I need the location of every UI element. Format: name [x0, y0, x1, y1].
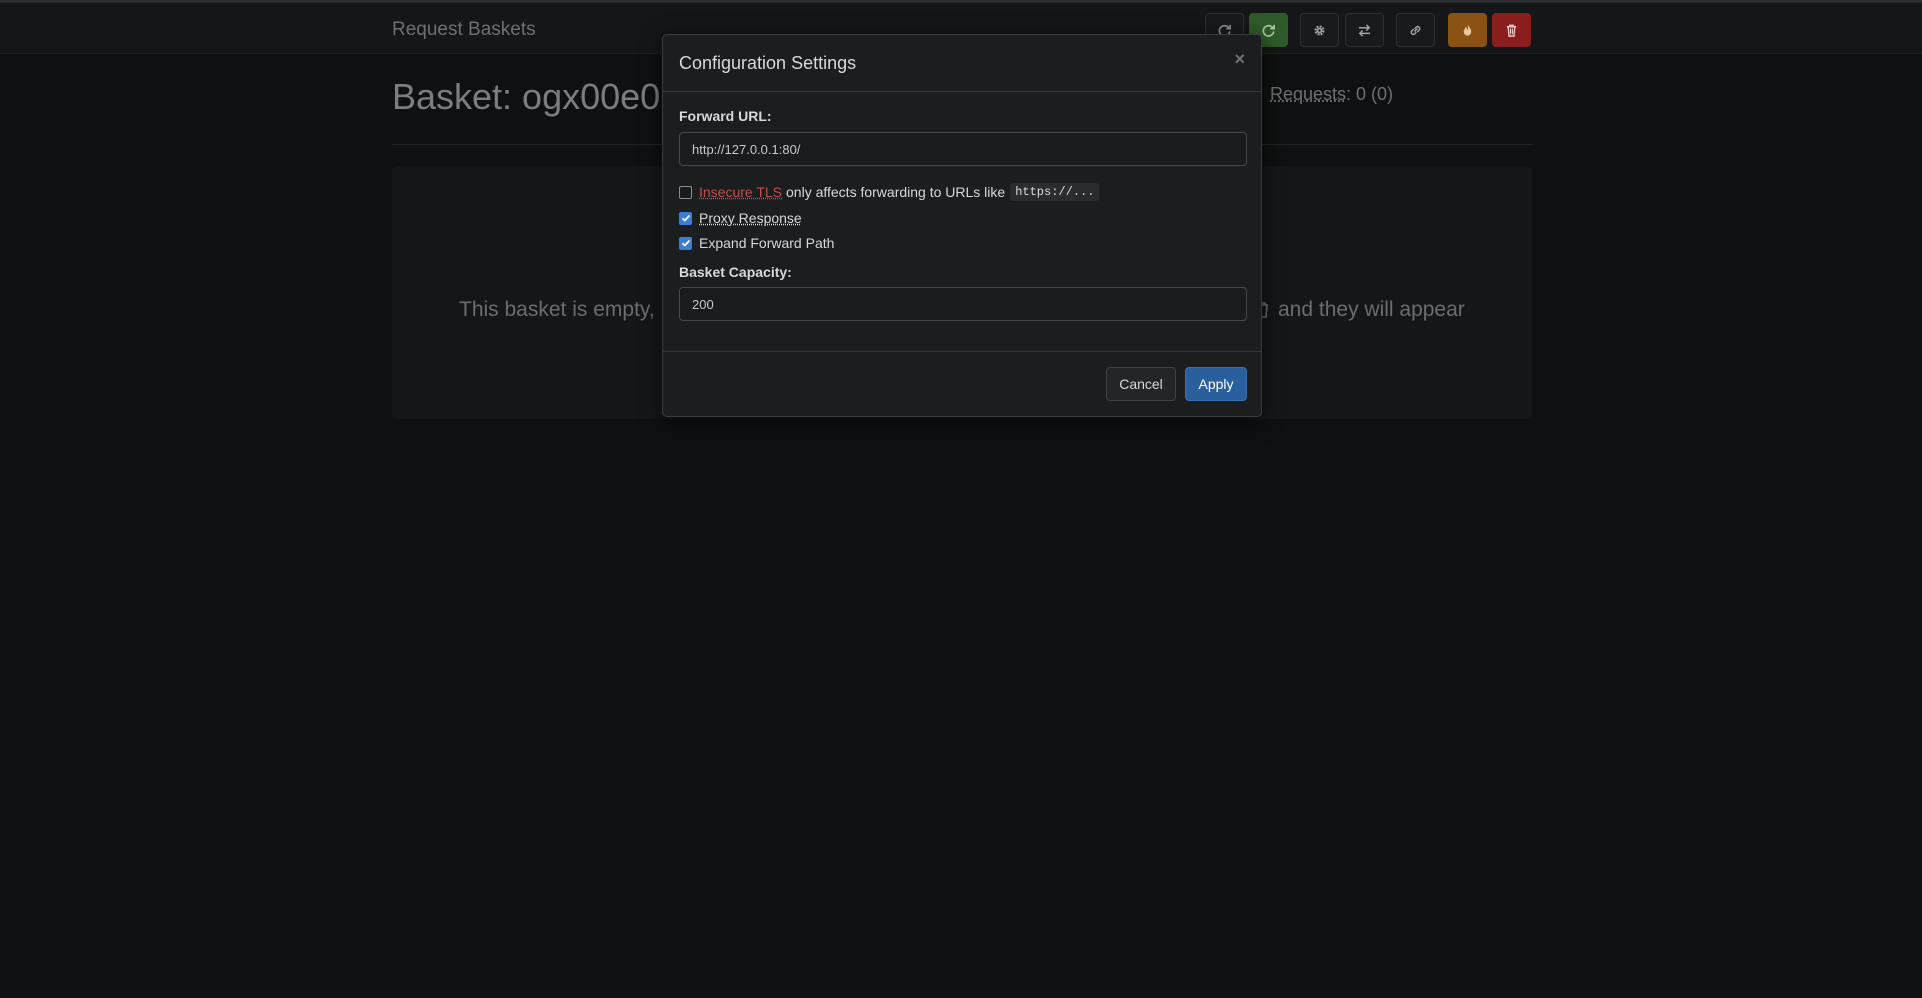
checkmark-icon: [681, 239, 690, 247]
refresh-icon: [1262, 24, 1275, 37]
forward-url-label: Forward URL:: [679, 108, 772, 124]
expand-forward-path-label[interactable]: Expand Forward Path: [699, 235, 834, 251]
link-icon: [1410, 25, 1421, 35]
expand-forward-path-option[interactable]: Expand Forward Path: [679, 234, 834, 252]
page: Request Baskets Basket: ogx00e0 Requests…: [0, 0, 1922, 998]
close-icon[interactable]: ×: [1234, 50, 1245, 68]
basket-title: Basket: ogx00e0: [392, 76, 661, 117]
gear-icon: [1314, 24, 1325, 36]
share-link-button[interactable]: [1396, 13, 1435, 47]
https-code-sample: https://...: [1010, 183, 1100, 201]
dialog-title: Configuration Settings: [679, 53, 857, 73]
settings-button[interactable]: [1300, 13, 1339, 47]
forward-url-input[interactable]: [679, 132, 1247, 166]
insecure-tls-checkbox[interactable]: [679, 185, 692, 199]
cancel-button[interactable]: Cancel: [1106, 367, 1176, 401]
insecure-tls-label[interactable]: Insecure TLS: [699, 184, 782, 200]
insecure-tls-option[interactable]: Insecure TLS only affects forwarding to …: [679, 183, 1100, 201]
requests-value: : 0 (0): [1346, 84, 1394, 104]
responses-button[interactable]: [1345, 13, 1384, 47]
configuration-settings-dialog: Configuration Settings × Forward URL: In…: [662, 34, 1262, 417]
proxy-response-option[interactable]: Proxy Response: [679, 209, 802, 227]
apply-button[interactable]: Apply: [1185, 367, 1247, 401]
expand-forward-path-checkbox[interactable]: [679, 236, 692, 250]
clear-button[interactable]: [1448, 13, 1487, 47]
insecure-tls-hint: only affects forwarding to URLs like: [786, 184, 1006, 200]
requests-label: Requests: [1270, 84, 1347, 104]
dialog-footer-divider: [663, 351, 1261, 352]
empty-message-end: and they will appear: [1278, 298, 1465, 321]
delete-button[interactable]: [1492, 13, 1531, 47]
empty-message-start: This basket is empty,: [459, 298, 655, 321]
checkmark-icon: [681, 214, 690, 222]
basket-capacity-input[interactable]: [679, 287, 1247, 321]
trash-icon: [1506, 24, 1517, 37]
fire-icon: [1463, 23, 1472, 36]
proxy-response-checkbox[interactable]: [679, 211, 692, 225]
basket-capacity-label: Basket Capacity:: [679, 264, 792, 280]
dialog-header: Configuration Settings ×: [663, 35, 1261, 92]
requests-count: Requests: 0 (0): [1270, 84, 1393, 105]
proxy-response-label[interactable]: Proxy Response: [699, 210, 802, 226]
brand-link[interactable]: Request Baskets: [392, 19, 536, 41]
exchange-icon: [1358, 23, 1371, 37]
